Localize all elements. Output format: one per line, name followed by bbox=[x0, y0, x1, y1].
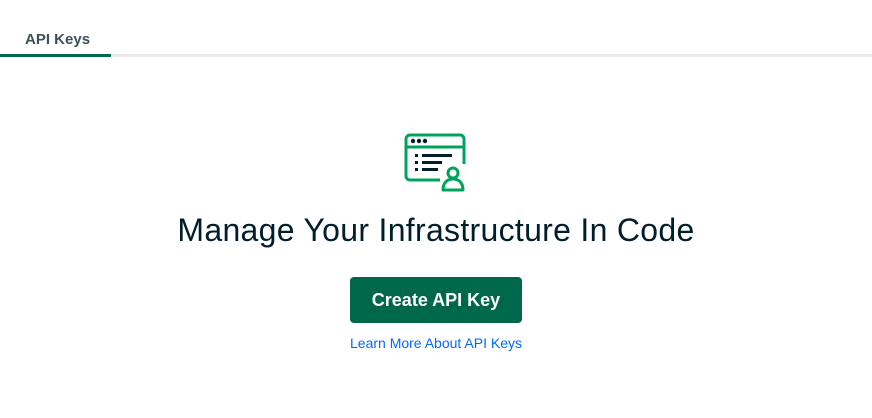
tab-bar-divider bbox=[0, 54, 872, 57]
page: API Keys Manage Your Infrastructure In C… bbox=[0, 0, 872, 418]
tab-bar: API Keys bbox=[0, 26, 872, 58]
learn-more-api-keys-link[interactable]: Learn More About API Keys bbox=[0, 335, 872, 351]
create-api-key-button[interactable]: Create API Key bbox=[350, 277, 522, 323]
browser-user-list-icon bbox=[404, 133, 466, 192]
header-partial-text bbox=[28, 0, 218, 4]
empty-state: Manage Your Infrastructure In Code Creat… bbox=[0, 130, 872, 351]
tab-api-keys-label: API Keys bbox=[25, 31, 91, 48]
empty-state-heading: Manage Your Infrastructure In Code bbox=[177, 212, 695, 248]
tab-api-keys[interactable]: API Keys bbox=[0, 26, 111, 57]
tab-active-indicator bbox=[0, 54, 111, 57]
